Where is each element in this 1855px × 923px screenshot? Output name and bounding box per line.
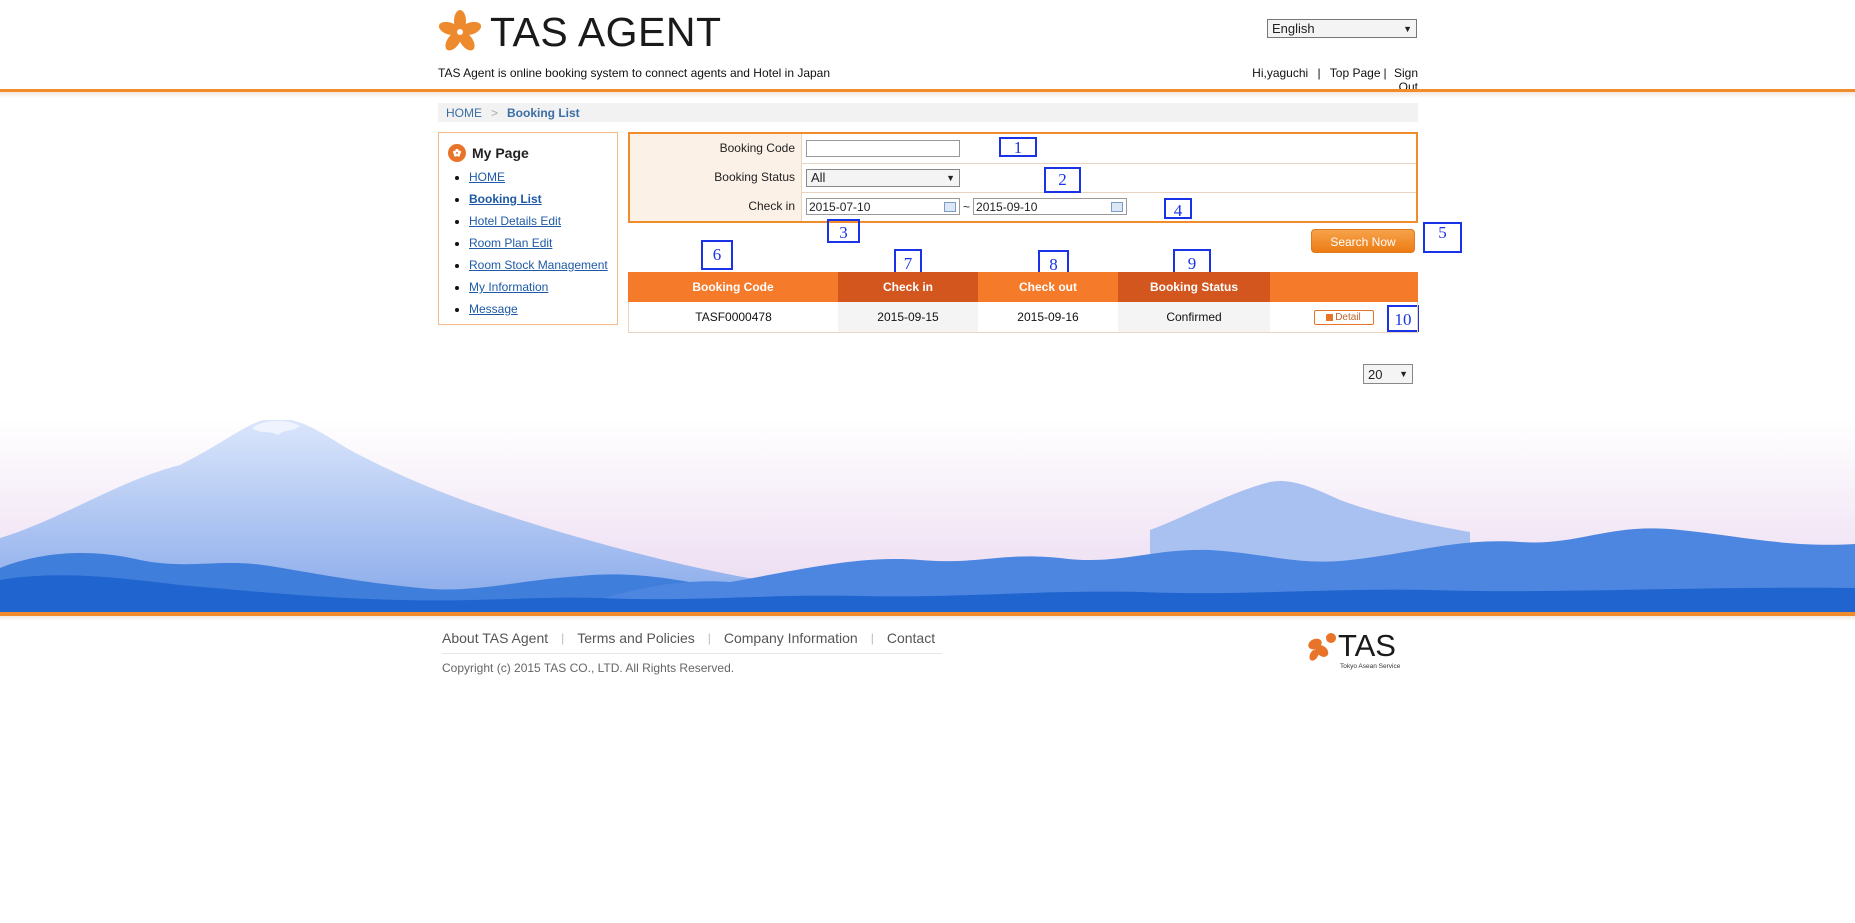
calendar-icon[interactable] — [944, 201, 956, 212]
link-divider: | — [1383, 66, 1387, 80]
booking-status-label: Booking Status — [630, 163, 802, 192]
sidebar-link-room-stock-management[interactable]: Room Stock Management — [469, 258, 608, 272]
sidebar-title: My Page — [448, 144, 529, 162]
footer-divider-bar: | — [707, 631, 711, 645]
cell-booking-status: Confirmed — [1118, 302, 1270, 332]
sidebar-item-room-plan-edit: Room Plan Edit — [469, 235, 608, 257]
site-tagline: TAS Agent is online booking system to co… — [438, 66, 831, 80]
booking-results-table: Booking Code Check in Check out Booking … — [628, 272, 1418, 333]
per-page-select[interactable]: 20 ▼ — [1363, 364, 1413, 384]
mount-fuji-background-illustration — [0, 420, 1855, 613]
tas-logo-text: TAS — [1338, 628, 1396, 663]
sidebar-item-hotel-details-edit: Hotel Details Edit — [469, 213, 608, 235]
check-in-from-value: 2015-07-10 — [809, 199, 871, 214]
search-now-button[interactable]: Search Now — [1311, 229, 1415, 253]
booking-status-select[interactable]: All ▼ — [806, 168, 960, 187]
detail-icon — [1326, 314, 1334, 322]
column-header-check-in: Check in — [838, 272, 978, 302]
sidebar-link-message[interactable]: Message — [469, 302, 518, 316]
logo-text: TAS AGENT — [490, 8, 722, 55]
footer-link-terms[interactable]: Terms and Policies — [577, 630, 695, 646]
table-row: TASF0000478 2015-09-15 2015-09-16 Confir… — [628, 302, 1418, 333]
sidebar-link-my-information[interactable]: My Information — [469, 280, 548, 294]
sidebar-link-home[interactable]: HOME — [469, 170, 505, 184]
breadcrumb-separator: > — [491, 105, 499, 120]
footer-divider-bar: | — [870, 631, 874, 645]
booking-code-label: Booking Code — [630, 134, 802, 163]
footer-link-contact[interactable]: Contact — [887, 630, 935, 646]
my-page-icon — [448, 144, 466, 162]
top-page-link[interactable]: Top Page — [1330, 66, 1381, 80]
site-logo[interactable]: TAS AGENT — [438, 8, 722, 56]
sidebar-item-message: Message — [469, 301, 608, 323]
annotation-marker-1: 1 — [999, 137, 1037, 157]
sidebar-item-booking-list: Booking List — [469, 191, 608, 213]
user-greeting: Hi,yaguchi — [1252, 66, 1309, 80]
table-header-row: Booking Code Check in Check out Booking … — [628, 272, 1418, 302]
check-in-label: Check in — [630, 192, 802, 221]
annotation-marker-2: 2 — [1044, 167, 1081, 193]
column-header-booking-status: Booking Status — [1118, 272, 1270, 302]
column-header-booking-code: Booking Code — [628, 272, 838, 302]
check-in-row: Check in 2015-07-10 ~ 2015-09-10 — [630, 192, 1416, 221]
sidebar-link-booking-list[interactable]: Booking List — [469, 192, 542, 206]
calendar-icon[interactable] — [1111, 201, 1124, 212]
header-divider-shadow — [0, 92, 1855, 98]
breadcrumb: HOME > Booking List — [438, 103, 1418, 122]
check-in-to-value: 2015-09-10 — [976, 199, 1038, 214]
detail-button[interactable]: Detail — [1313, 310, 1374, 326]
sidebar-item-home: HOME — [469, 169, 608, 191]
footer-rule — [442, 653, 942, 654]
sidebar-item-room-stock-management: Room Stock Management — [469, 257, 608, 279]
sidebar-menu: My Page HOME Booking List Hotel Details … — [438, 132, 618, 325]
sidebar-item-my-information: My Information — [469, 279, 608, 301]
chevron-down-icon: ▼ — [946, 172, 955, 183]
annotation-marker-3: 3 — [827, 219, 860, 243]
booking-status-row: Booking Status All ▼ — [630, 163, 1416, 193]
link-divider: | — [1317, 66, 1321, 80]
detail-button-label: Detail — [1335, 312, 1361, 324]
sidebar-title-text: My Page — [472, 145, 529, 161]
sidebar-list: HOME Booking List Hotel Details Edit Roo… — [439, 169, 608, 323]
booking-status-value: All — [811, 170, 826, 185]
per-page-value: 20 — [1368, 366, 1383, 382]
sidebar-link-room-plan-edit[interactable]: Room Plan Edit — [469, 236, 552, 250]
check-in-to-input[interactable]: 2015-09-10 — [973, 198, 1128, 215]
copyright-text: Copyright (c) 2015 TAS CO., LTD. All Rig… — [442, 661, 735, 675]
footer-link-about[interactable]: About TAS Agent — [442, 630, 548, 646]
chevron-down-icon: ▼ — [1403, 23, 1412, 34]
annotation-marker-6: 6 — [701, 240, 733, 270]
column-header-action — [1270, 272, 1418, 302]
footer-nav: About TAS Agent | Terms and Policies | C… — [442, 630, 935, 646]
chevron-down-icon: ▼ — [1399, 369, 1408, 379]
breadcrumb-home-link[interactable]: HOME — [446, 106, 482, 120]
annotation-marker-5: 5 — [1423, 222, 1462, 253]
cell-check-in: 2015-09-15 — [838, 302, 978, 332]
booking-code-input[interactable] — [806, 140, 960, 157]
column-header-check-out: Check out — [978, 272, 1118, 302]
cell-booking-code: TASF0000478 — [695, 310, 772, 324]
check-in-from-input[interactable]: 2015-07-10 — [806, 198, 960, 215]
language-select[interactable]: English ▼ — [1267, 19, 1417, 38]
footer-link-company[interactable]: Company Information — [724, 630, 858, 646]
cell-action: Detail — [1270, 302, 1417, 332]
tas-company-logo[interactable]: TAS Tokyo Asean Service — [1305, 626, 1415, 670]
language-select-value: English — [1272, 21, 1315, 36]
date-range-separator: ~ — [963, 199, 971, 214]
sakura-logo-icon — [438, 10, 482, 51]
footer-divider-bar: | — [561, 631, 565, 645]
breadcrumb-current: Booking List — [507, 105, 580, 120]
tas-logo-subtitle: Tokyo Asean Service — [1340, 663, 1401, 670]
footer-divider-shadow — [0, 616, 1855, 621]
sidebar-link-hotel-details-edit[interactable]: Hotel Details Edit — [469, 214, 561, 228]
annotation-marker-4: 4 — [1164, 198, 1192, 219]
cell-check-out: 2015-09-16 — [1017, 310, 1079, 324]
